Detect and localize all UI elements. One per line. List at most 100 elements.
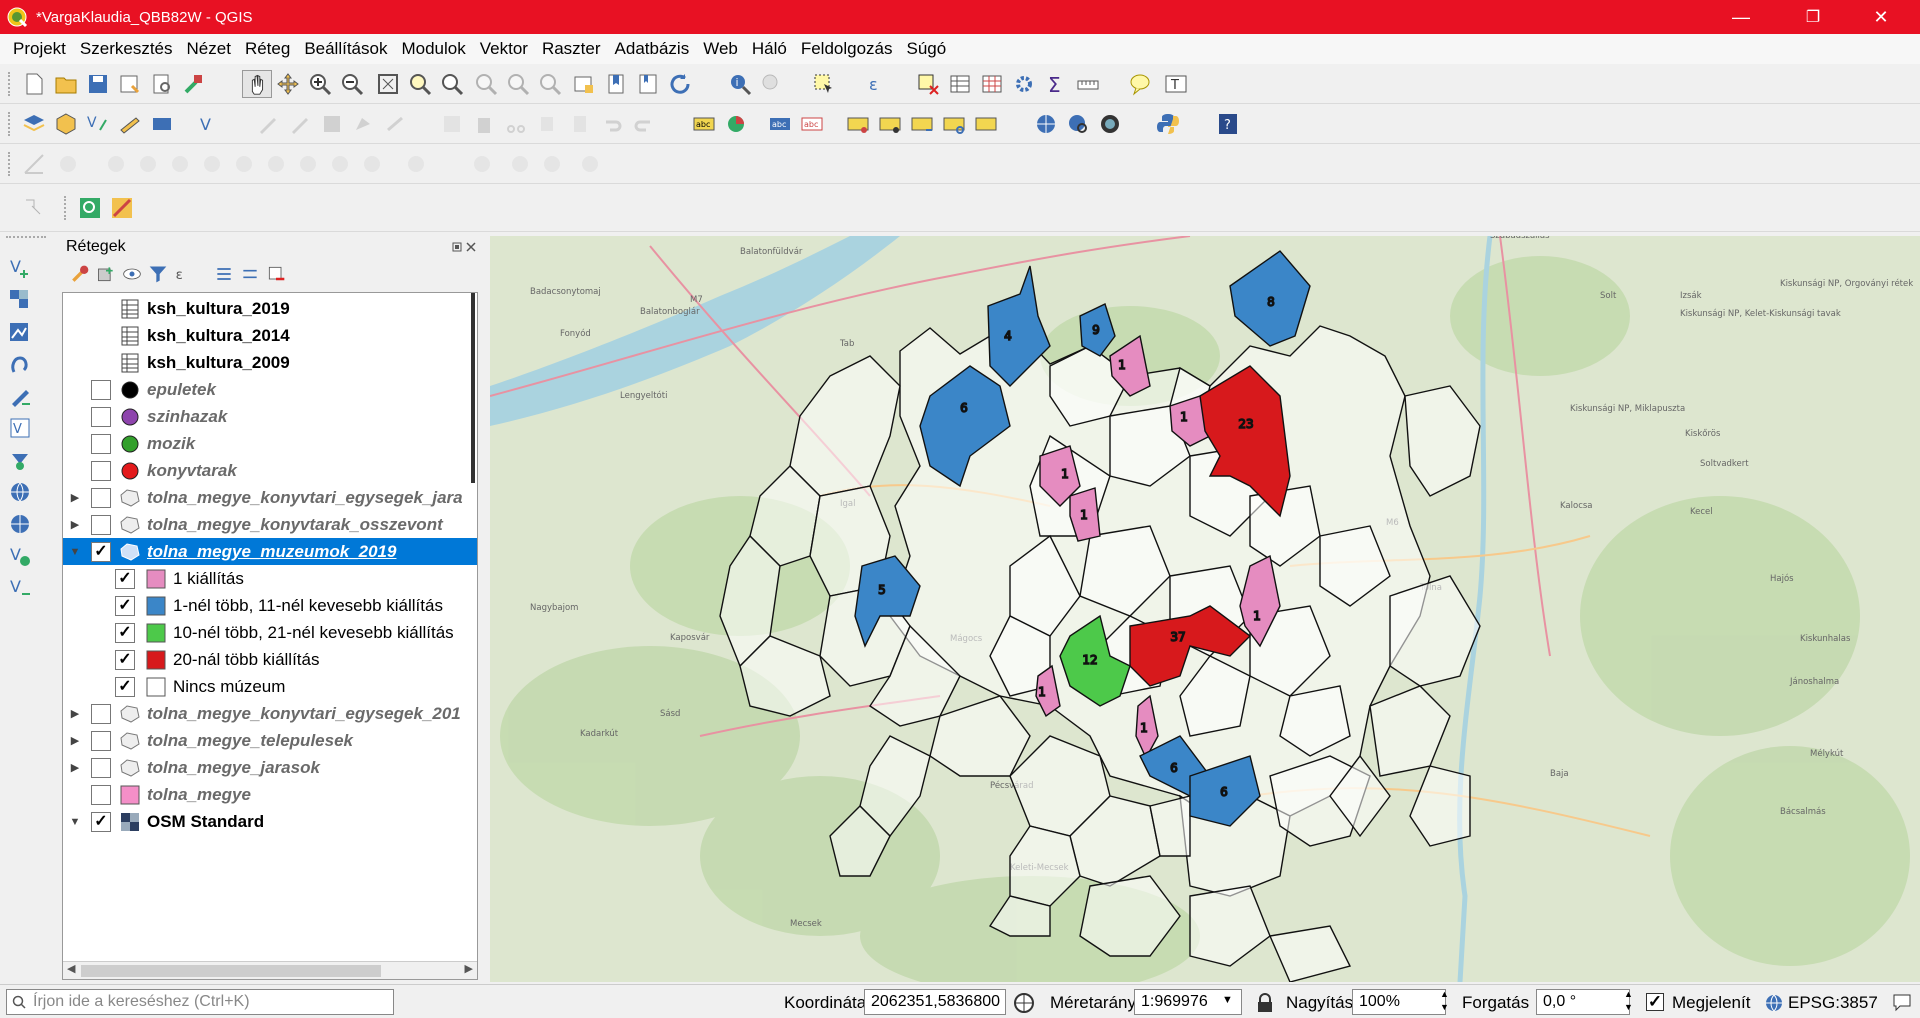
layer-item[interactable]: ▶ tolna_megye_konyvtarak_osszevont — [63, 511, 477, 538]
show-bookmarks-icon[interactable] — [636, 72, 660, 96]
menu-sugo[interactable]: Súgó — [900, 39, 954, 59]
messages-icon[interactable] — [1892, 992, 1912, 1012]
manage-map-themes-icon[interactable] — [122, 264, 142, 284]
processing-toolbox-icon[interactable] — [1012, 72, 1036, 96]
redo-icon[interactable] — [632, 112, 656, 136]
new-bookmark-icon[interactable] — [604, 72, 628, 96]
expand-all-icon[interactable] — [214, 264, 234, 284]
attribute-table-icon[interactable] — [948, 72, 972, 96]
toggle-extents-icon[interactable] — [1012, 991, 1036, 1015]
pin-labels-icon[interactable] — [846, 112, 870, 136]
horizontal-scrollbar[interactable]: ◀ ▶ — [63, 961, 477, 979]
reverse-line-icon[interactable] — [578, 152, 602, 176]
layer-item[interactable]: konyvtarak — [63, 457, 477, 484]
copy-features-icon[interactable] — [536, 112, 560, 136]
maximize-button[interactable]: ❐ — [1784, 0, 1842, 34]
delete-ring-icon[interactable] — [168, 152, 192, 176]
layer-visibility-checkbox[interactable] — [91, 784, 111, 805]
add-vector-layer-icon[interactable]: V — [196, 112, 220, 136]
layer-visibility-checkbox[interactable] — [91, 379, 111, 400]
fill-ring-icon[interactable] — [136, 152, 160, 176]
expand-arrow-icon[interactable]: ▶ — [69, 761, 81, 774]
legend-item[interactable]: ✓ 10-nél több, 21-nél kevesebb kiállítás — [63, 619, 477, 646]
spin-arrows-icon[interactable]: ▲ ▼ — [1624, 988, 1633, 1014]
layer-item[interactable]: ksh_kultura_2014 — [63, 322, 477, 349]
layer-visibility-checkbox[interactable] — [91, 406, 111, 427]
zoom-out-icon[interactable] — [340, 72, 364, 96]
help-icon[interactable]: ? — [1216, 112, 1240, 136]
toolbar-handle[interactable] — [8, 152, 12, 176]
menu-web[interactable]: Web — [696, 39, 745, 59]
locator-search-input[interactable]: Írjon ide a kereséshez (Ctrl+K) — [6, 989, 394, 1015]
layer-visibility-checkbox[interactable] — [91, 757, 111, 778]
statistical-summary-icon[interactable]: Σ — [1044, 72, 1068, 96]
close-panel-icon[interactable] — [466, 242, 476, 252]
layer-item[interactable]: szinhazak — [63, 403, 477, 430]
layer-item[interactable]: mozik — [63, 430, 477, 457]
scroll-left-arrow-icon[interactable]: ◀ — [67, 962, 75, 975]
change-label-icon[interactable] — [974, 112, 998, 136]
split-parts-icon[interactable] — [328, 152, 352, 176]
merge-features-icon[interactable] — [360, 152, 384, 176]
add-group-icon[interactable] — [96, 264, 116, 284]
layout-manager-icon[interactable] — [150, 72, 174, 96]
layer-item[interactable]: ▶ tolna_megye_telepulesek — [63, 727, 477, 754]
layer-visibility-checkbox[interactable] — [91, 487, 111, 508]
add-xyz-layer-icon[interactable]: V — [8, 544, 32, 568]
quickmapservices-icon[interactable] — [78, 196, 102, 220]
add-spatialite-layer-icon[interactable] — [8, 320, 32, 344]
layer-visibility-checkbox[interactable] — [91, 433, 111, 454]
add-raster-layer-icon[interactable] — [8, 288, 32, 312]
coordinate-field[interactable]: 2062351,5836800 — [864, 989, 1006, 1015]
reshape-features-icon[interactable] — [232, 152, 256, 176]
add-virtual-layer-icon[interactable]: V — [8, 416, 32, 440]
collapse-arrow-icon[interactable]: ▼ — [69, 816, 81, 828]
toolbar-handle[interactable] — [64, 196, 68, 220]
toggle-editing-icon[interactable] — [288, 112, 312, 136]
show-hide-labels-icon[interactable]: abc — [800, 112, 824, 136]
crs-label[interactable]: EPSG:3857 — [1788, 993, 1878, 1013]
layer-item[interactable]: ksh_kultura_2019 — [63, 295, 477, 322]
legend-item[interactable]: ✓ 20-nál több kiállítás — [63, 646, 477, 673]
add-part-icon[interactable] — [104, 152, 128, 176]
scrollbar-thumb[interactable] — [81, 965, 381, 977]
minimize-button[interactable]: — — [1712, 0, 1770, 34]
undo-icon[interactable] — [600, 112, 624, 136]
collapse-arrow-icon[interactable]: ▼ — [69, 546, 81, 558]
layer-visibility-checkbox[interactable]: ✓ — [91, 541, 111, 562]
rotate-point-symbols-icon[interactable] — [404, 152, 428, 176]
add-ring-icon[interactable] — [56, 152, 80, 176]
layer-item[interactable]: ▼ ✓ tolna_megye_muzeumok_2019 — [63, 538, 477, 565]
rotate-features-icon[interactable] — [508, 152, 532, 176]
map-render[interactable]: Badacsonytomaj Balatonfüldvár Balatonboglá… — [490, 236, 1920, 982]
rotation-spinbox[interactable]: 0,0 ° — [1536, 989, 1630, 1015]
cut-features-icon[interactable] — [504, 112, 528, 136]
legend-item[interactable]: ✓ Nincs múzeum — [63, 673, 477, 700]
python-console-icon[interactable] — [1156, 112, 1180, 136]
new-map-view-icon[interactable] — [572, 72, 596, 96]
layer-item[interactable]: ▼ ✓ OSM Standard — [63, 808, 477, 835]
chevron-down-icon[interactable]: ▼ — [1222, 994, 1233, 1006]
identify-features-icon[interactable]: i — [728, 72, 752, 96]
diagram-icon[interactable] — [724, 112, 748, 136]
offset-curve-icon[interactable] — [264, 152, 288, 176]
new-geopackage-layer-icon[interactable] — [54, 112, 78, 136]
expand-arrow-icon[interactable]: ▶ — [69, 734, 81, 747]
new-project-icon[interactable] — [22, 72, 46, 96]
legend-item[interactable]: ✓ 1-nél több, 11-nél kevesebb kiállítás — [63, 592, 477, 619]
add-delimited-text-layer-icon[interactable] — [8, 384, 32, 408]
lock-scale-icon[interactable] — [1256, 993, 1274, 1013]
menu-feldolgozas[interactable]: Feldolgozás — [794, 39, 900, 59]
vertex-tool-icon[interactable] — [384, 112, 408, 136]
layer-visibility-checkbox[interactable] — [91, 730, 111, 751]
refresh-icon[interactable] — [668, 72, 692, 96]
zoom-to-layer-icon[interactable] — [440, 72, 464, 96]
enable-advanced-digitizing-icon[interactable] — [22, 152, 46, 176]
zoom-in-icon[interactable] — [308, 72, 332, 96]
current-edits-icon[interactable] — [256, 112, 280, 136]
style-manager-icon[interactable] — [182, 72, 206, 96]
save-edits-icon[interactable] — [320, 112, 344, 136]
toolbar-handle[interactable] — [6, 236, 46, 238]
expand-arrow-icon[interactable]: ▶ — [69, 518, 81, 531]
open-project-icon[interactable] — [54, 72, 78, 96]
